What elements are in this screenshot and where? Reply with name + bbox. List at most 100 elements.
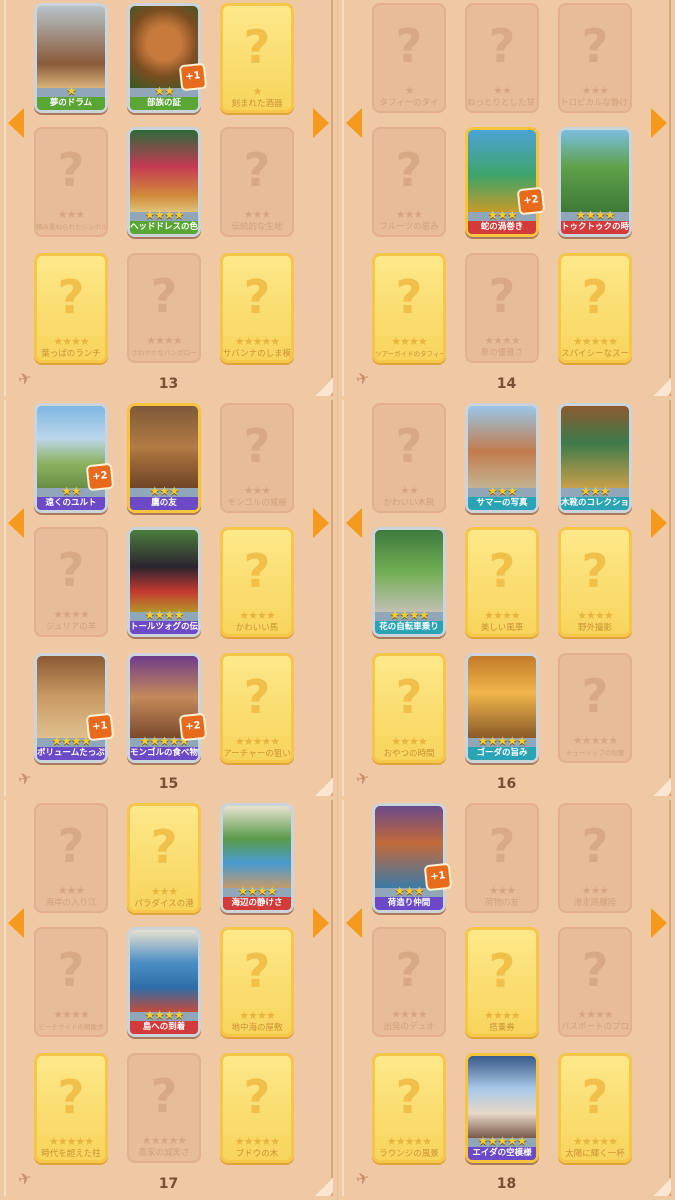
prev-page-arrow[interactable]	[346, 508, 362, 538]
sticker-card[interactable]: ? ★★★★★ 時代を超えた柱	[34, 1053, 108, 1163]
sticker-card[interactable]: ? ★★★★★スパイシーなスープ	[558, 253, 632, 363]
sticker-name: アーチャーの狙い	[223, 749, 291, 759]
sticker-card[interactable]: ? ★★★★★ ブドウの木	[220, 1053, 294, 1163]
sticker-card[interactable]: ? ★★★★ パスポートのプロ	[558, 927, 632, 1037]
sticker-name: ジュリアの羊	[45, 622, 97, 632]
sticker-card[interactable]: ? ★★ ねっとりとした甘さ	[465, 3, 539, 113]
sticker-card[interactable]: ★★★★★ ゴーダの旨み	[465, 653, 539, 763]
sticker-name: 農家の誠実さ	[138, 1148, 190, 1158]
sticker-card[interactable]: ★★★ サマーの写真	[465, 403, 539, 513]
prev-page-arrow[interactable]	[8, 108, 24, 138]
sticker-card[interactable]: ★★★ 鷹の友	[127, 403, 201, 513]
sticker-card[interactable]: ? ★★★★ 出発のデュオ	[372, 927, 446, 1037]
sticker-name: 花の自転車乗り	[375, 621, 443, 634]
sticker-card[interactable]: ★★★★ヘッドドレスの色合い	[127, 127, 201, 237]
question-mark-icon: ?	[581, 669, 609, 723]
sticker-card[interactable]: ? ★★★ モンゴルの威厳	[220, 403, 294, 513]
duplicate-count-badge: +2	[85, 462, 115, 492]
sticker-card[interactable]: ★★★★ 海辺の静けさ	[220, 803, 294, 913]
prev-page-arrow[interactable]	[8, 908, 24, 938]
sticker-card[interactable]: ? ★★★★ さわやかなバンガロー	[127, 253, 201, 363]
sticker-card[interactable]: ? ★ タフィーのタイ	[372, 3, 446, 113]
sticker-name: ボリュームたっぷりの鍋	[37, 747, 105, 760]
star-rating: ★★★	[150, 885, 179, 898]
sticker-card[interactable]: ? ★★★ 伝統的な生地	[220, 127, 294, 237]
sticker-card[interactable]: ? ★★ かわいい木靴	[372, 403, 446, 513]
sticker-card[interactable]: ★★★★ボリュームたっぷりの鍋+1	[34, 653, 115, 763]
sticker-card[interactable]: ? ★★★★★ ラウンジの風景	[372, 1053, 446, 1163]
sticker-card[interactable]: ? ★★★★★ 太陽に輝く一杯	[558, 1053, 632, 1163]
question-mark-icon: ?	[581, 270, 609, 324]
question-mark-icon: ?	[150, 269, 178, 323]
sticker-card[interactable]: ? ★★★★ 美しい風車	[465, 527, 539, 637]
sticker-card[interactable]: ? ★★★★ かわいい馬	[220, 527, 294, 637]
sticker-name: 地中海の屋敷	[231, 1023, 283, 1033]
next-page-arrow[interactable]	[313, 508, 329, 538]
sticker-card[interactable]: ? ★★★★ おやつの時間	[372, 653, 446, 763]
sticker-card[interactable]: ? ★★★ トロピカルな静けさ	[558, 3, 632, 113]
prev-page-arrow[interactable]	[346, 108, 362, 138]
sticker-card[interactable]: ? ★★★ 積み重ねられたシンボル	[34, 127, 108, 237]
sticker-card[interactable]: ? ★★★★ ジュリアの羊	[34, 527, 108, 637]
sticker-card[interactable]: ★★★★ 島への到着	[127, 927, 201, 1037]
sticker-card[interactable]: ? ★★★★ ビーチサイドの朝散歩	[34, 927, 108, 1037]
star-rating: ★★★★	[144, 208, 184, 222]
sticker-card[interactable]: ★ 夢のドラム	[34, 3, 108, 113]
sticker-card[interactable]: ? ★ 刻まれた酒器	[220, 3, 294, 113]
star-rating: ★★★	[581, 84, 610, 97]
sticker-card[interactable]: ★★★★ 花の自転車乗り	[372, 527, 446, 637]
sticker-card[interactable]: ★★ 遠くのユルト +2	[34, 403, 115, 513]
sticker-name: 鷹の友	[130, 497, 198, 510]
sticker-name: 滑走路離陸	[573, 898, 617, 908]
next-page-arrow[interactable]	[313, 908, 329, 938]
page-number: 15	[158, 776, 179, 792]
star-rating: ★★★★★	[141, 1134, 187, 1147]
star-rating: ★★★★	[144, 1008, 184, 1022]
sticker-card[interactable]: ? ★★★ 滑走路離陸	[558, 803, 632, 913]
sticker-card[interactable]: ★★★ 蛇の渦巻き +2	[465, 127, 546, 237]
sticker-card[interactable]: ★★★★★ モンゴルの食べ物 +2	[127, 653, 208, 763]
sticker-card[interactable]: ? ★★★★★ アーチャーの狙い	[220, 653, 294, 763]
star-rating: ★★★	[487, 484, 517, 498]
question-mark-icon: ?	[57, 143, 85, 197]
sticker-card[interactable]: ? ★★★★ 象の優雅さ	[465, 253, 539, 363]
star-rating: ★★★★★	[572, 335, 618, 348]
star-rating: ★★★★	[53, 608, 89, 621]
sticker-name: 荷造り仲間	[375, 897, 443, 910]
star-rating: ★★★★★	[234, 335, 280, 348]
next-page-arrow[interactable]	[313, 108, 329, 138]
sticker-card[interactable]: ? ★★★ 海岸の入り江	[34, 803, 108, 913]
next-page-arrow[interactable]	[651, 508, 667, 538]
sticker-card[interactable]: ? ★★★★★ 農家の誠実さ	[127, 1053, 201, 1163]
sticker-card[interactable]: ? ★★★ パラダイスの港	[127, 803, 201, 913]
sticker-card[interactable]: ? ★★★★★ チューリップの収穫	[558, 653, 632, 763]
sticker-name: ブドウの木	[235, 1149, 279, 1159]
sticker-card[interactable]: ★★★★★ エイダの空模様	[465, 1053, 539, 1163]
duplicate-count-badge: +1	[178, 62, 208, 92]
sticker-card[interactable]: ★★★ 荷造り仲間 +1	[372, 803, 453, 913]
sticker-card[interactable]: ? ★★★★ 搭乗券	[465, 927, 539, 1037]
prev-page-arrow[interactable]	[8, 508, 24, 538]
question-mark-icon: ?	[395, 19, 423, 73]
sticker-card[interactable]: ? ★★★★ 地中海の屋敷	[220, 927, 294, 1037]
sticker-card[interactable]: ? ★★★★★サバンナのしま模様	[220, 253, 294, 363]
sticker-name: ゴーダの旨み	[468, 747, 536, 760]
sticker-card[interactable]: ? ★★★★ 野外撮影	[558, 527, 632, 637]
sticker-name: サバンナのしま模様	[223, 349, 291, 359]
sticker-name: 美しい風車	[480, 623, 524, 633]
sticker-card[interactable]: ★★★★トゥクトゥクの時間	[558, 127, 632, 237]
sticker-card[interactable]: ? ★★★★ ツアーガイドのタフィー	[372, 253, 446, 363]
star-rating: ★★★★★	[234, 1135, 280, 1148]
sticker-card[interactable]: ? ★★★★ 葉っぱのランチ	[34, 253, 108, 363]
sticker-card[interactable]: ★★ 部族の証 +1	[127, 3, 208, 113]
sticker-card[interactable]: ★★★木靴のコレクション	[558, 403, 632, 513]
next-page-arrow[interactable]	[651, 908, 667, 938]
sticker-card[interactable]: ? ★★★ フルーツの恵み	[372, 127, 446, 237]
sticker-card[interactable]: ★★★★トールツォグの伝統	[127, 527, 201, 637]
sticker-card[interactable]: ? ★★★ 荷物の友	[465, 803, 539, 913]
star-rating: ★★★★	[391, 335, 427, 348]
prev-page-arrow[interactable]	[346, 908, 362, 938]
question-mark-icon: ?	[57, 819, 85, 873]
star-rating: ★★★★	[484, 334, 520, 347]
next-page-arrow[interactable]	[651, 108, 667, 138]
